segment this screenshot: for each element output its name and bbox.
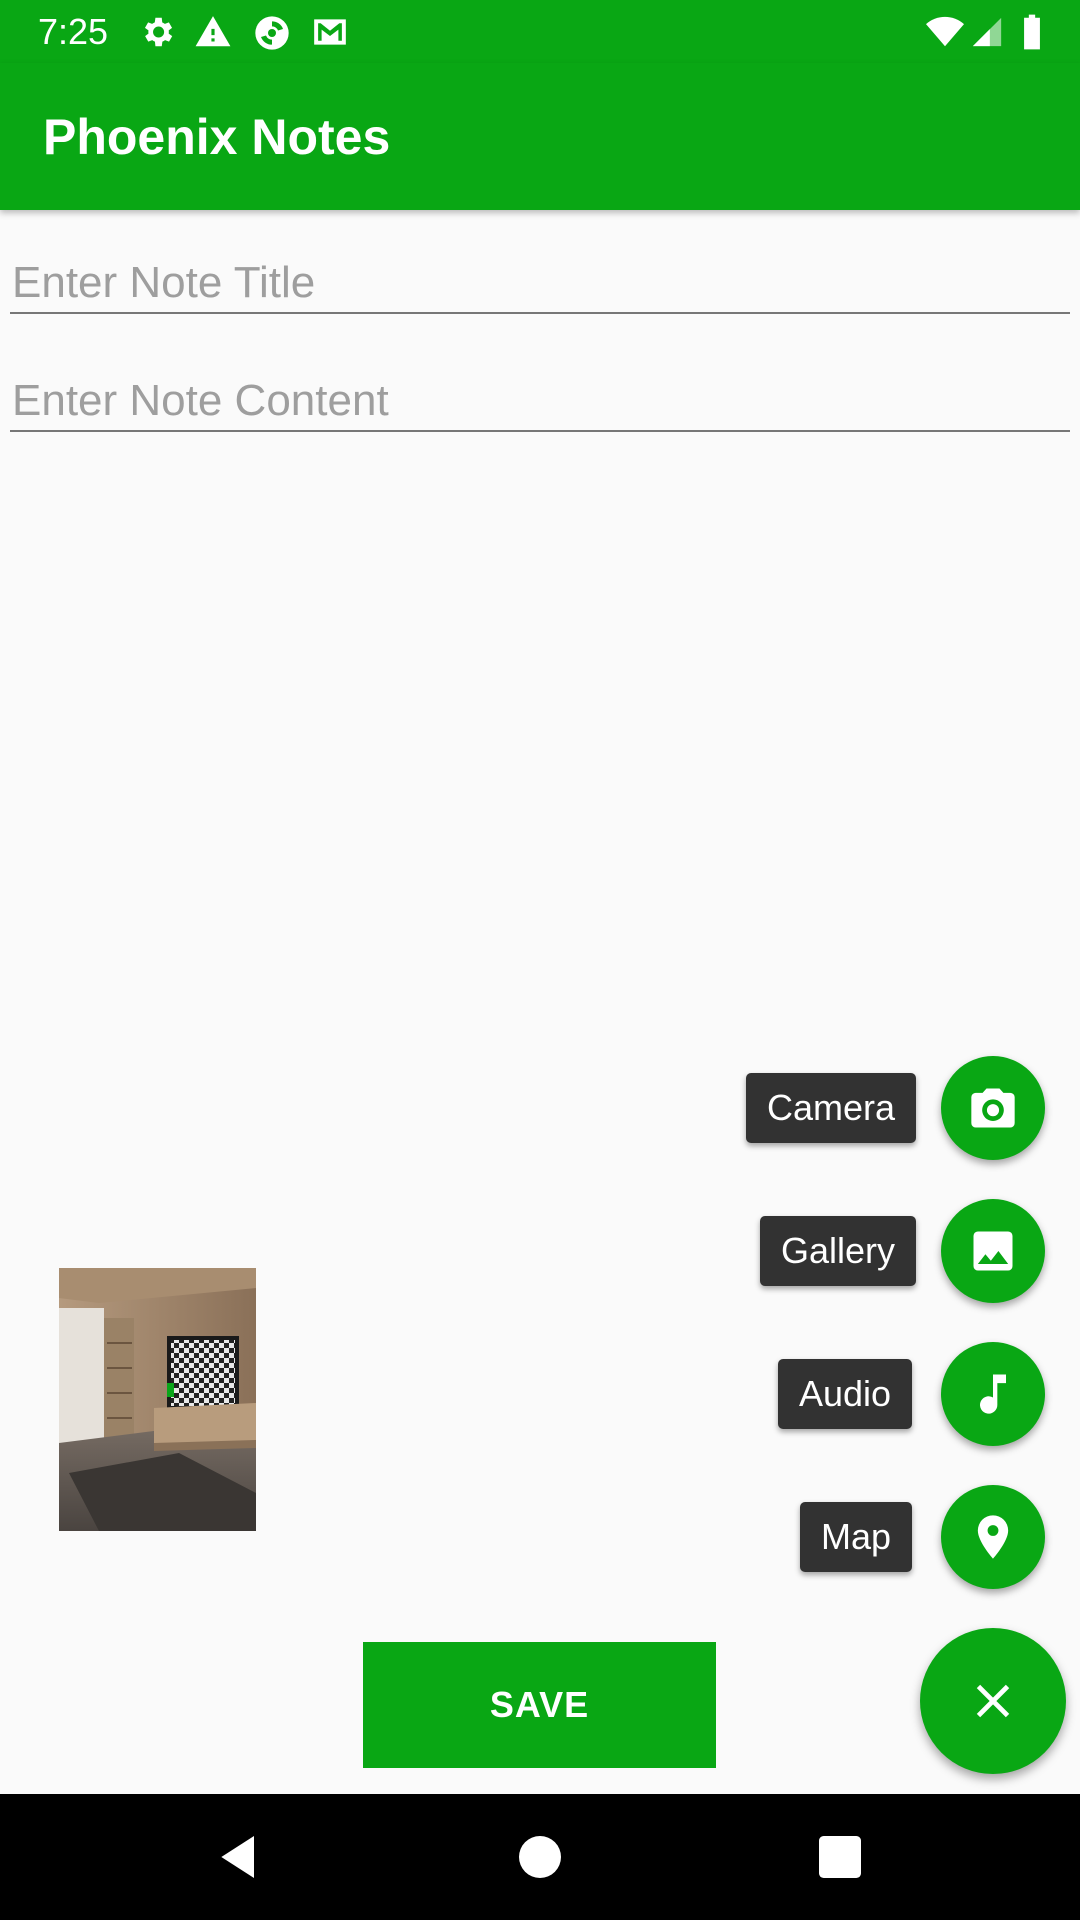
main-fab-close-button[interactable] xyxy=(920,1628,1066,1774)
attachment-thumbnail[interactable] xyxy=(59,1268,256,1531)
gallery-fab[interactable] xyxy=(941,1199,1045,1303)
back-icon[interactable] xyxy=(212,1829,268,1885)
battery-icon xyxy=(1020,13,1058,51)
audio-label[interactable]: Audio xyxy=(778,1359,913,1429)
app-bar: Phoenix Notes xyxy=(0,63,1080,210)
warning-icon xyxy=(194,13,232,51)
gallery-label[interactable]: Gallery xyxy=(760,1216,917,1286)
map-label[interactable]: Map xyxy=(800,1502,913,1572)
status-bar: 7:25 xyxy=(0,0,1080,63)
camera-label[interactable]: Camera xyxy=(746,1073,917,1143)
camera-fab[interactable] xyxy=(941,1056,1045,1160)
audio-fab[interactable] xyxy=(941,1342,1045,1446)
camera-icon xyxy=(971,1088,1015,1128)
settings-icon xyxy=(138,13,176,51)
cell-signal-icon xyxy=(970,13,1008,51)
music-note-icon xyxy=(980,1374,1006,1414)
home-icon[interactable] xyxy=(512,1829,568,1885)
sync-app-icon xyxy=(252,13,290,51)
gmail-icon xyxy=(310,13,348,51)
note-title-input[interactable] xyxy=(10,254,1070,314)
navigation-bar xyxy=(0,1794,1080,1920)
status-time: 7:25 xyxy=(38,11,109,52)
image-icon xyxy=(973,1231,1013,1271)
note-content-input[interactable] xyxy=(10,372,1070,432)
recents-icon[interactable] xyxy=(812,1829,868,1885)
wifi-icon xyxy=(924,13,964,51)
map-fab[interactable] xyxy=(941,1485,1045,1589)
save-button[interactable]: SAVE xyxy=(363,1642,716,1768)
location-pin-icon xyxy=(977,1515,1009,1559)
room-image xyxy=(59,1268,256,1531)
close-icon xyxy=(976,1684,1010,1718)
app-title: Phoenix Notes xyxy=(43,109,391,165)
